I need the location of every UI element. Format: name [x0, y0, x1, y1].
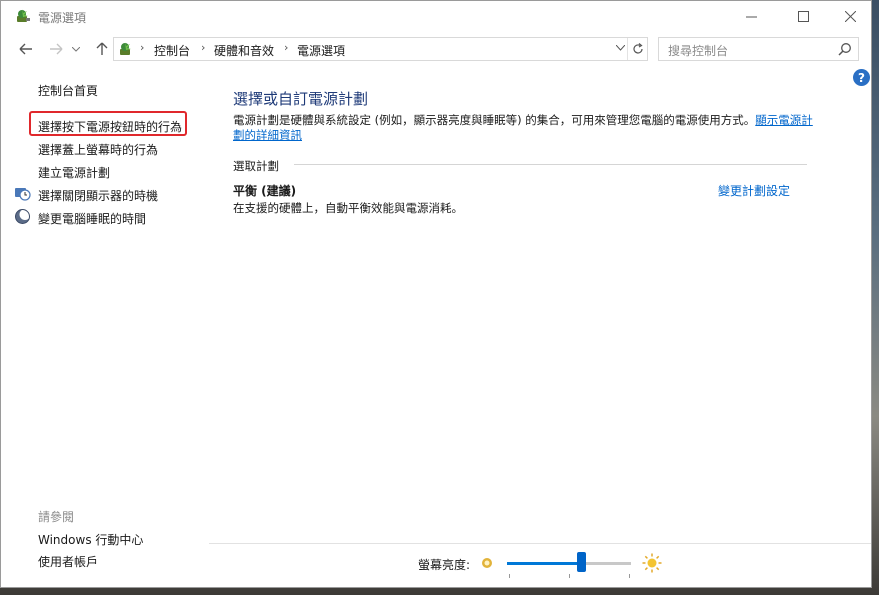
forward-button[interactable] [45, 38, 67, 60]
user-accounts-link[interactable]: 使用者帳戶 [38, 553, 98, 570]
create-power-plan-link[interactable]: 建立電源計劃 [38, 164, 110, 181]
search-input[interactable]: 搜尋控制台 [658, 37, 859, 61]
address-dropdown-icon[interactable] [615, 41, 626, 54]
search-icon[interactable] [838, 42, 852, 56]
breadcrumb-separator-icon: › [201, 41, 206, 54]
maximize-button[interactable] [780, 1, 826, 32]
brightness-slider-fill [507, 562, 582, 565]
close-button[interactable] [827, 1, 871, 32]
dim-sun-icon [482, 558, 492, 568]
display-clock-icon [15, 188, 31, 201]
address-bar[interactable]: › 控制台 › 硬體和音效 › 電源選項 [113, 37, 648, 61]
power-options-window: 電源選項 › 控制台 › 硬體和音效 › 電源選項 搜尋控制台 ? 控制台首頁 … [0, 0, 872, 588]
search-placeholder: 搜尋控制台 [668, 44, 729, 58]
maximize-icon [797, 11, 809, 22]
brightness-slider-thumb[interactable] [576, 552, 586, 572]
brightness-slider[interactable] [507, 562, 631, 565]
brightness-label: 螢幕亮度: [418, 558, 471, 572]
power-button-behavior-link[interactable]: 選擇按下電源按鈕時的行為 [38, 118, 182, 135]
forward-arrow-icon [50, 43, 63, 55]
minimize-icon [745, 16, 757, 18]
action-center-link[interactable]: Windows 行動中心 [38, 531, 143, 548]
description-text: 電源計劃是硬體與系統設定 (例如，顯示器亮度與睡眠等) 的集合，可用來管理您電腦… [233, 113, 756, 127]
up-button[interactable] [91, 38, 113, 60]
sleep-timing-link[interactable]: 變更電腦睡眠的時間 [38, 210, 146, 227]
refresh-icon [632, 43, 643, 54]
bright-sun-icon [642, 553, 662, 573]
section-divider [294, 164, 807, 165]
plan-description: 在支援的硬體上，自動平衡效能與電源消耗。 [233, 201, 463, 215]
slider-tick [569, 574, 570, 578]
breadcrumb-hardware-sound[interactable]: 硬體和音效 [214, 42, 274, 59]
chevron-down-icon [72, 46, 80, 52]
see-also-heading: 請參閱 [38, 510, 75, 524]
minimize-button[interactable] [728, 1, 774, 32]
breadcrumb-power-options[interactable]: 電源選項 [297, 42, 345, 59]
control-panel-icon [120, 42, 131, 55]
main-content: 選擇或自訂電源計劃 電源計劃是硬體與系統設定 (例如，顯示器亮度與睡眠等) 的集… [209, 63, 871, 543]
title-bar: 電源選項 [1, 1, 871, 32]
close-icon [844, 11, 856, 22]
change-plan-settings-link[interactable]: 變更計劃設定 [718, 182, 790, 199]
breadcrumb-control-panel[interactable]: 控制台 [154, 42, 190, 59]
sleep-moon-icon [15, 209, 31, 224]
navigation-bar: › 控制台 › 硬體和音效 › 電源選項 搜尋控制台 [1, 36, 871, 62]
recent-locations-button[interactable] [69, 38, 83, 60]
up-arrow-icon [96, 42, 108, 55]
back-button[interactable] [15, 38, 37, 60]
left-pane: 控制台首頁 選擇按下電源按鈕時的行為 選擇蓋上螢幕時的行為 建立電源計劃 選擇關… [1, 63, 209, 587]
page-description: 電源計劃是硬體與系統設定 (例如，顯示器亮度與睡眠等) 的集合，可用來管理您電腦… [233, 113, 818, 143]
brightness-bar: 螢幕亮度: [209, 543, 871, 587]
page-title: 選擇或自訂電源計劃 [233, 90, 369, 108]
power-options-app-icon [17, 9, 30, 22]
control-panel-home-link[interactable]: 控制台首頁 [38, 82, 98, 99]
slider-tick [509, 574, 510, 578]
display-off-timing-link[interactable]: 選擇關閉顯示器的時機 [38, 187, 158, 204]
lid-close-behavior-link[interactable]: 選擇蓋上螢幕時的行為 [38, 141, 158, 158]
plan-name: 平衡 (建議) [233, 184, 297, 198]
breadcrumb-separator-icon: › [140, 41, 145, 54]
breadcrumb-separator-icon: › [284, 41, 289, 54]
refresh-button[interactable] [627, 38, 647, 60]
select-plan-heading: 選取計劃 [233, 159, 279, 173]
back-arrow-icon [19, 43, 32, 55]
window-title: 電源選項 [38, 11, 87, 25]
slider-tick [629, 574, 630, 578]
